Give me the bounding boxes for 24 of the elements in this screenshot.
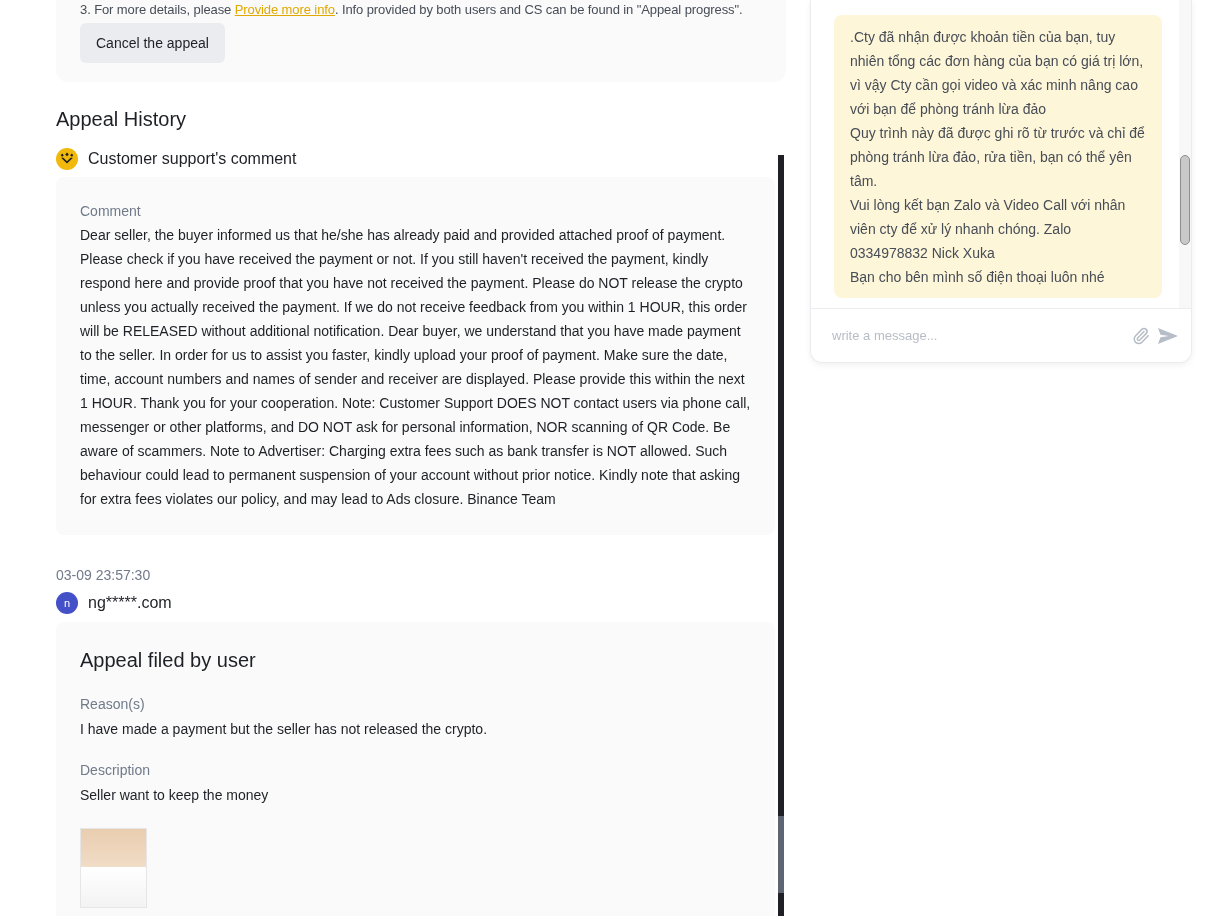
user-name: ng*****.com (88, 593, 172, 613)
scrollbar-thumb[interactable] (778, 816, 784, 893)
appeal-title: Appeal filed by user (80, 648, 257, 673)
message-input[interactable]: write a message... (832, 319, 1124, 352)
comment-label: Comment (80, 202, 142, 221)
send-button[interactable] (1158, 327, 1178, 344)
send-icon (1158, 327, 1178, 344)
field-label: Reason(s) (80, 695, 146, 714)
field-label: Description (80, 761, 152, 780)
support-avatar-icon (56, 148, 78, 170)
user-avatar: n (56, 592, 78, 614)
cancel-appeal-button[interactable]: Cancel the appeal (80, 23, 225, 63)
field-value: Seller want to keep the money (80, 786, 270, 805)
message-bubble: .Cty đã nhận được khoản tiền của bạn, tuy nhiên tổng các đơn hàng của bạn có giá trị lớn, vì vậy Cty cần gọi video và xác minh nâng cao với bạn để phòng tránh lừa đảo Quy trình này đã được ghi rõ từ trước và chỉ để phòng tránh lừa đảo, rửa tiền, bạn có thể yên tâm. Vui lòng kết bạn Zalo và Video Call với nhân viên cty để xử lý nhanh chóng. Zalo 0334978832 Nick Xuka Bạn cho bên mình số điện thoại luôn nhé (834, 15, 1162, 298)
photo-placeholder[interactable] (80, 828, 147, 908)
appeal-history-title: Appeal History (56, 107, 187, 132)
timestamp: 03-09 23:57:30 (56, 566, 151, 585)
comment-text: Dear seller, the buyer informed us that he/she has already paid and provided attached proof of payment. Please check if you have received the payment or not. If you still haven't received the payment, kindly respond here and provide proof that you have not received the payment. Please do NOT release the crypto unless you actually received the payment. If we do not receive feedback from you within 1 HOUR, this order will be RELEASED without additional notification. Dear buyer, we understand that you have made payment to the seller. In order for us to assist you faster, kindly upload your proof of payment. Make sure the date, time, account numbers and names of sender and receiver are displayed. Please provide this within the next 1 HOUR. Thank you for your cooperation. Note: Customer Support DOES NOT contact users via phone call, messenger or other platforms, and DO NOT ask for personal information, NOR scanning of QR Code. Be aware of scammers. Note to Advertiser: Charging extra fees such as bank transfer is NOT allowed. Such behaviour could lead to permanent suspension of your account without prior notice. Kindly note that asking for extra fees violates our policy, and may lead to Ads closure. Binance Team (80, 226, 751, 509)
paperclip-icon (1132, 325, 1150, 346)
comment-author: Customer support's comment (88, 149, 297, 169)
field-value: I have made a payment but the seller has not released the crypto. (80, 720, 489, 739)
attach-button[interactable] (1132, 325, 1150, 346)
appeal-notice-text: 3. For more details, please Provide more info. Info provided by both users and CS can be found in "Appeal progress". (80, 1, 743, 19)
scrollbar-thumb[interactable] (1180, 155, 1190, 245)
